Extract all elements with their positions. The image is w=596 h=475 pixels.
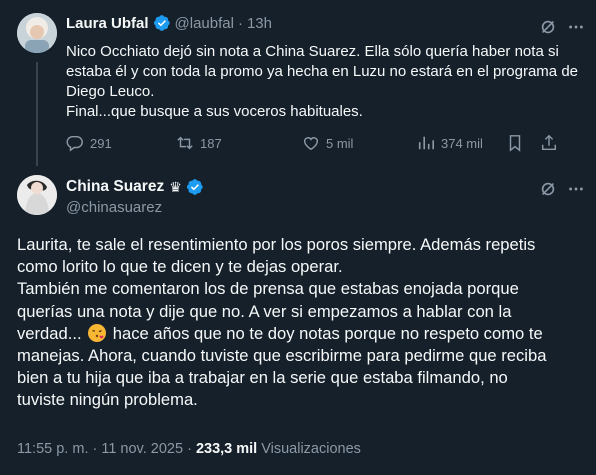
china-display-name[interactable]: China Suarez xyxy=(66,178,164,196)
quoted-line: Final...que busque a sus voceros habitua… xyxy=(66,103,363,120)
quoted-header: Laura Ubfal @laubfal · 13h xyxy=(66,14,272,32)
views-icon xyxy=(418,136,435,150)
views-label: Visualizaciones xyxy=(257,441,361,457)
dot-separator: · xyxy=(237,14,243,32)
reply-count: 291 xyxy=(90,135,112,151)
verified-badge-icon xyxy=(186,178,204,196)
tweet-line: como lorito lo que te dicen y te dejas o… xyxy=(17,257,343,277)
grok-icon[interactable] xyxy=(538,17,558,37)
grok-icon[interactable] xyxy=(538,179,558,199)
like-icon xyxy=(303,137,319,151)
quoted-action-bar: 291 187 5 mil 374 mil xyxy=(66,134,566,154)
more-icon[interactable] xyxy=(566,17,586,37)
tweet-line-with-emoji: verdad... hace años que no te doy notas … xyxy=(17,323,546,345)
laura-display-name[interactable]: Laura Ubfal xyxy=(66,15,149,32)
timestamp[interactable]: 11:55 p. m. · 11 nov. 2025 · xyxy=(17,441,196,457)
reply-button[interactable]: 291 xyxy=(66,134,112,152)
quoted-line: Diego Leuco. xyxy=(66,83,155,100)
share-button[interactable] xyxy=(540,134,564,152)
tweet-line: querías una nota y dije que no. A ver si… xyxy=(17,301,512,321)
main-tweet-text: Laurita, te sale el resentimiento por lo… xyxy=(17,234,546,412)
tweet-line: bien a tu hija que iba a trabajar en la … xyxy=(17,368,508,388)
like-count: 5 mil xyxy=(326,135,354,151)
china-handle-row: @chinasuarez xyxy=(66,199,162,216)
bookmark-icon xyxy=(509,135,521,152)
laura-avatar[interactable] xyxy=(17,13,57,53)
more-icon[interactable] xyxy=(566,179,586,199)
retweet-count: 187 xyxy=(200,135,222,151)
thread-connector-line xyxy=(36,62,38,166)
reply-icon xyxy=(66,135,83,152)
quoted-time[interactable]: 13h xyxy=(247,15,272,32)
tweet-line: tuviste ningún problema. xyxy=(17,390,198,410)
line-start: verdad... xyxy=(17,323,87,343)
main-header: China Suarez ♛ xyxy=(66,178,204,196)
quoted-line: Nico Occhiato dejó sin nota a China Suar… xyxy=(66,43,559,60)
retweet-icon xyxy=(177,136,193,150)
like-button[interactable]: 5 mil xyxy=(302,134,353,152)
face-blowing-kiss-icon xyxy=(88,323,107,342)
views-count: 374 mil xyxy=(441,135,483,151)
crown-icon: ♛ xyxy=(169,178,182,195)
share-icon xyxy=(541,134,557,151)
retweet-button[interactable]: 187 xyxy=(176,134,222,152)
tweet-line: También me comentaron los de prensa que … xyxy=(17,279,519,299)
tweet-line: Laurita, te sale el resentimiento por lo… xyxy=(17,235,536,254)
views-count: 233,3 mil xyxy=(195,441,258,457)
verified-badge-icon xyxy=(153,14,171,32)
tweet-line: manejas. Ahora, cuando tuviste que escri… xyxy=(17,346,547,366)
laura-handle[interactable]: @laubfal xyxy=(175,15,234,32)
views-button[interactable]: 374 mil xyxy=(417,134,483,152)
china-avatar[interactable] xyxy=(17,175,57,215)
bookmark-button[interactable] xyxy=(506,134,530,152)
quoted-line: estaba él y con toda la promo ya hecha e… xyxy=(66,63,578,80)
line-end: hace años que no te doy notas porque no … xyxy=(108,323,543,343)
china-handle[interactable]: @chinasuarez xyxy=(66,199,162,216)
tweet-meta: 11:55 p. m. · 11 nov. 2025 · 233,3 mil V… xyxy=(17,441,361,457)
quoted-tweet-text: Nico Occhiato dejó sin nota a China Suar… xyxy=(66,42,578,122)
